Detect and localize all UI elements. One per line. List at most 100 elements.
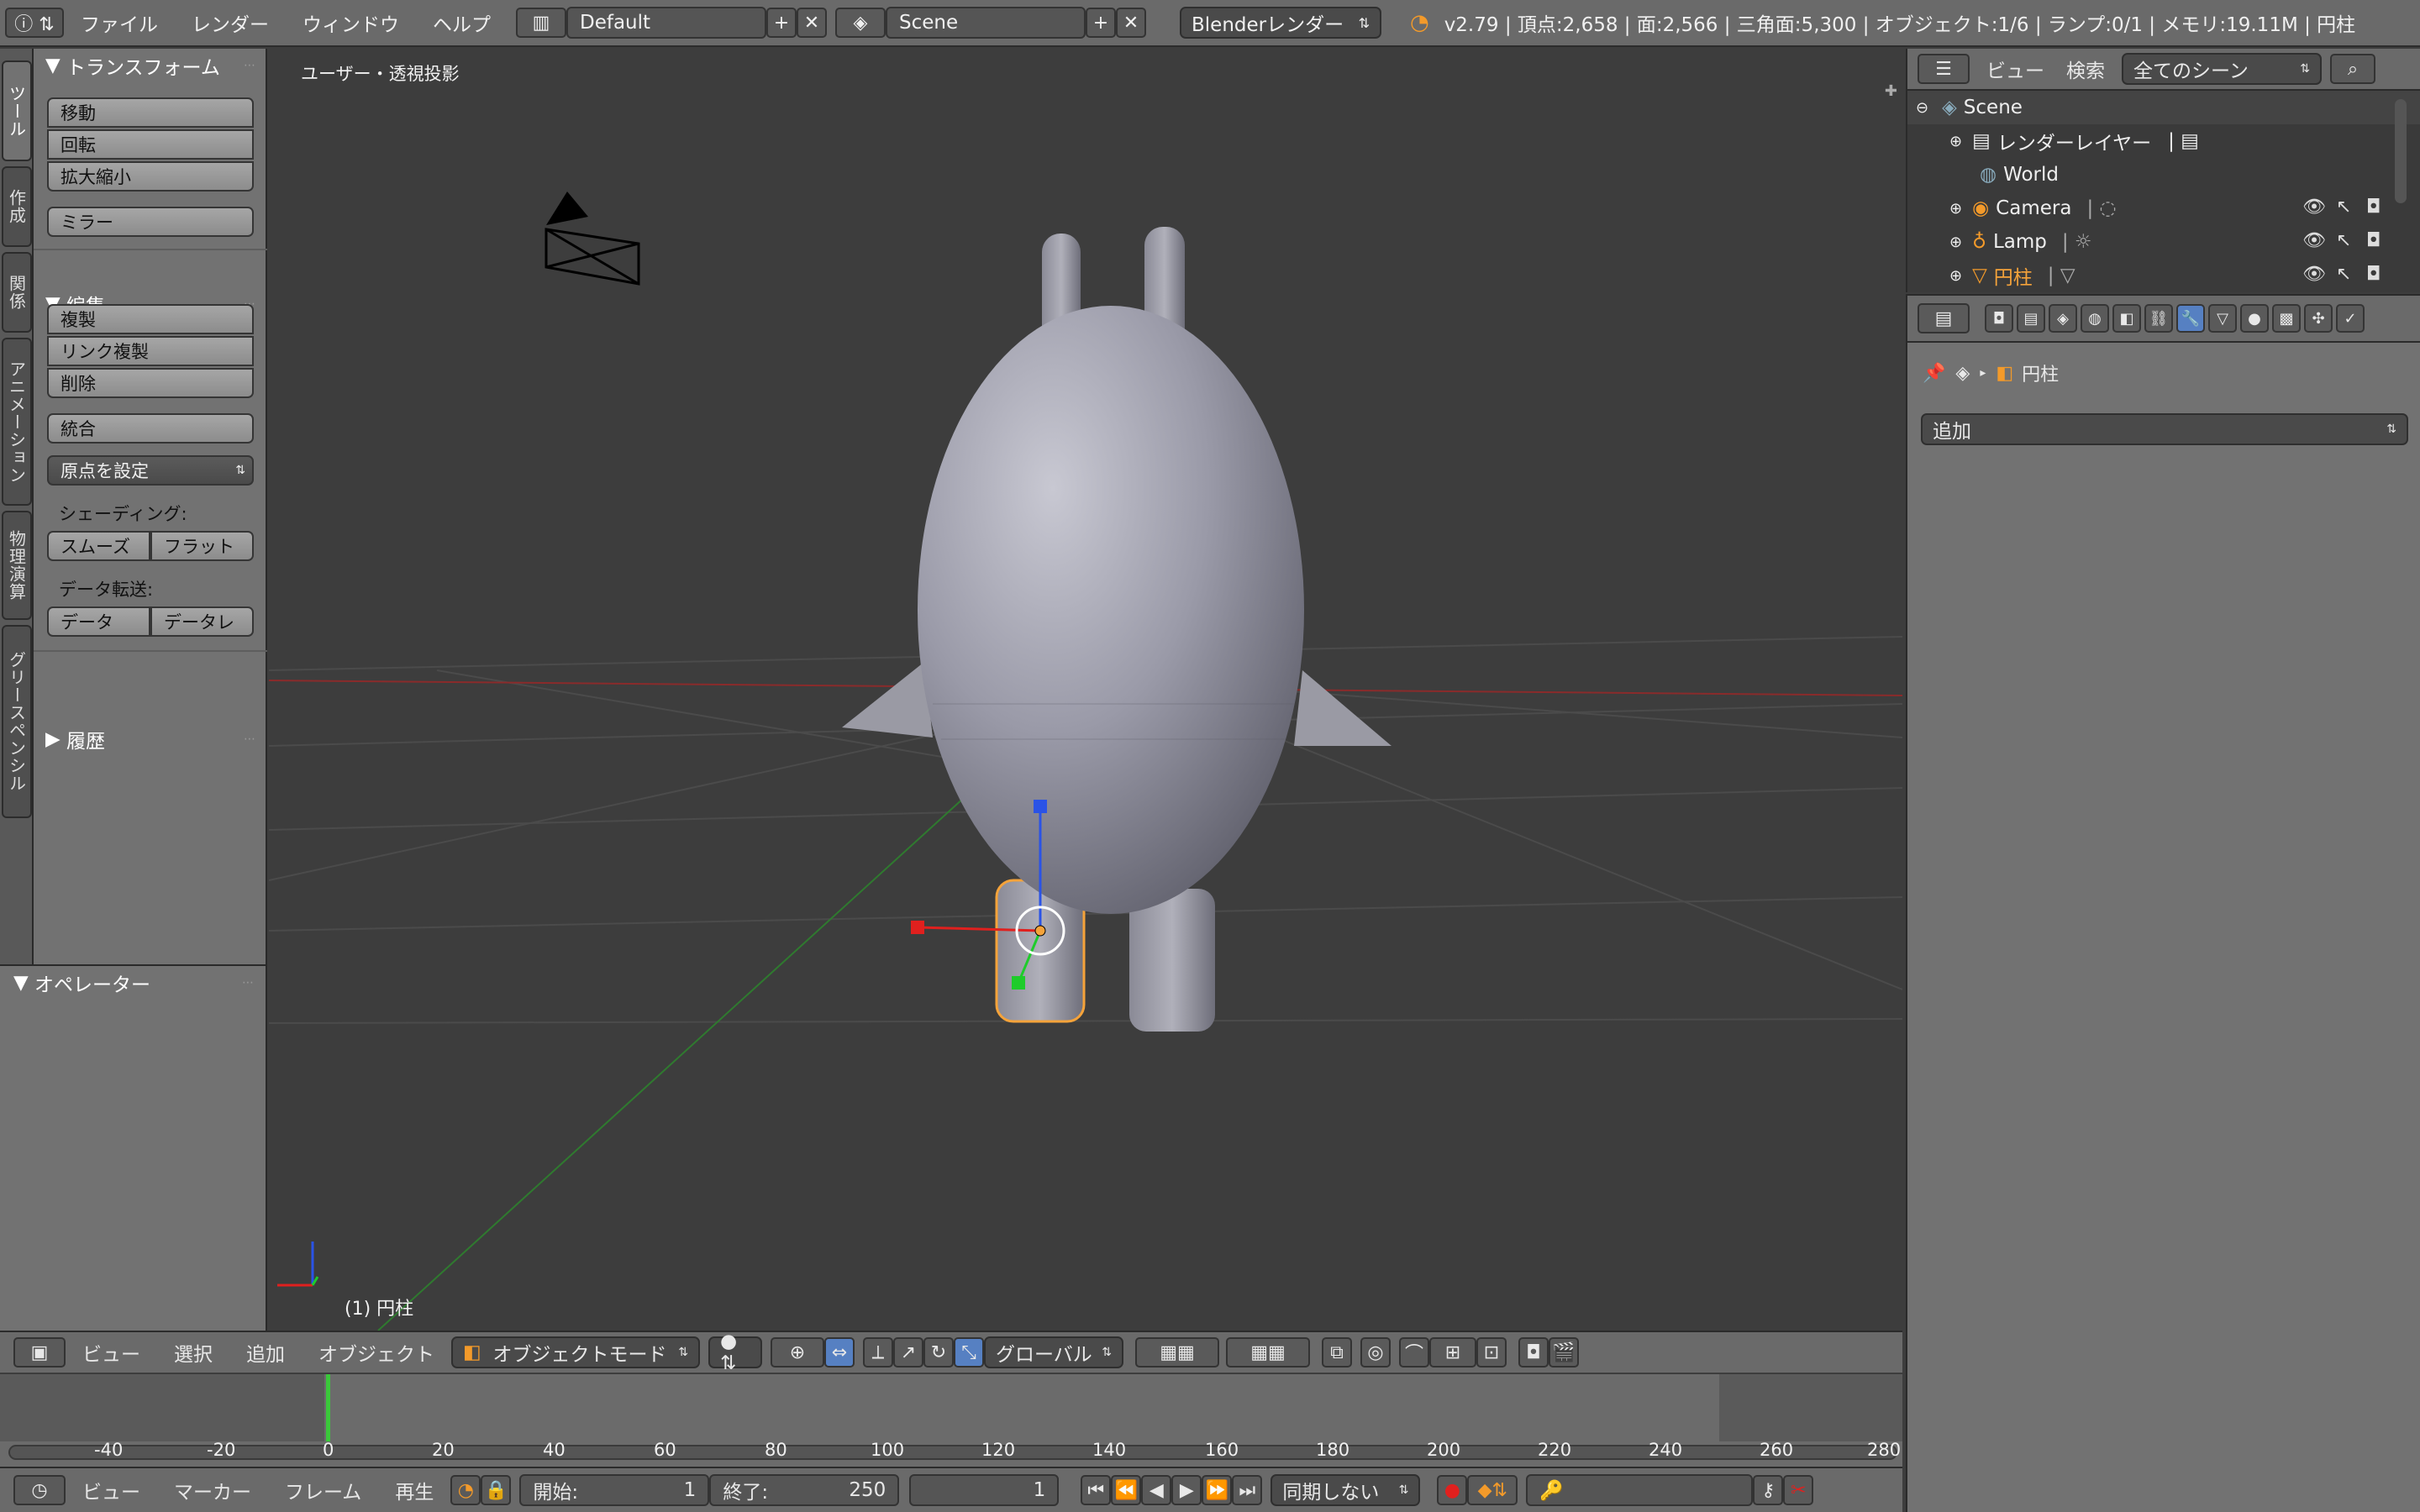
add-scene-icon[interactable]: + — [1086, 8, 1116, 38]
texture-tab-icon[interactable]: ▩ — [2272, 304, 2301, 333]
tab-relations[interactable]: 関係 — [2, 252, 32, 333]
jump-start-icon[interactable]: ⏮ — [1081, 1475, 1112, 1505]
add-modifier-dropdown[interactable]: 追加 ⇅ — [1921, 413, 2408, 445]
outliner-scrollbar[interactable] — [2395, 99, 2407, 203]
visibility-eye-icon[interactable]: 👁 — [2302, 264, 2326, 285]
region-expand-icon[interactable]: ✚ — [1885, 82, 1897, 100]
info-editor-type-icon[interactable]: ⓘ ⇅ — [5, 8, 64, 38]
delete-button[interactable]: 削除 — [47, 368, 254, 398]
selectable-arrow-icon[interactable]: ↖ — [2336, 230, 2351, 251]
menu-marker[interactable]: マーカー — [157, 1476, 268, 1504]
menu-help[interactable]: ヘルプ — [416, 8, 508, 37]
scale-button[interactable]: 拡大縮小 — [47, 161, 254, 192]
layout-name-field[interactable]: Default — [566, 7, 766, 39]
camera-object[interactable] — [544, 192, 640, 286]
menu-object[interactable]: オブジェクト — [302, 1338, 451, 1367]
grip-icon[interactable]: ⋯ — [242, 976, 254, 990]
scale-manipulator-icon[interactable]: ⤡ — [954, 1337, 984, 1368]
add-layout-icon[interactable]: + — [766, 8, 797, 38]
mesh-right-leg[interactable] — [1129, 889, 1215, 1032]
menu-view[interactable]: ビュー — [66, 1338, 157, 1367]
remove-scene-icon[interactable]: ✕ — [1116, 8, 1146, 38]
current-frame-indicator[interactable] — [326, 1374, 330, 1441]
visibility-eye-icon[interactable]: 👁 — [2302, 230, 2326, 251]
outliner-editor-icon[interactable]: ☰ — [1918, 54, 1970, 84]
history-panel-header[interactable]: ▶ 履歴 ⋯ — [34, 722, 267, 756]
grip-icon[interactable]: ⋯ — [244, 732, 255, 746]
timeline-area[interactable]: -40 -20 0 20 40 60 80 100 120 140 160 18… — [0, 1374, 1902, 1467]
rotate-button[interactable]: 回転 — [47, 129, 254, 160]
operator-panel-header[interactable]: ▼ オペレーター ⋯ — [0, 966, 266, 1000]
editor-type-cube-icon[interactable]: ▣ — [13, 1337, 66, 1368]
menu-add[interactable]: 追加 — [229, 1338, 302, 1367]
pin-icon[interactable]: 📌 — [1923, 363, 1945, 384]
layers-grid-2-icon[interactable]: ▦▦ — [1226, 1337, 1310, 1368]
expand-icon[interactable]: ⊕ — [1949, 267, 1962, 285]
menu-window[interactable]: ウィンドウ — [286, 8, 416, 37]
screen-layout-icon[interactable]: ▥ — [516, 8, 566, 38]
jump-keyframe-back-icon[interactable]: ⏪ — [1111, 1475, 1142, 1505]
delete-keyframe-icon[interactable]: ✂ — [1783, 1475, 1814, 1505]
insert-keyframe-icon[interactable]: ⚷ — [1753, 1475, 1784, 1505]
renderable-camera-icon[interactable]: ◘ — [2366, 230, 2381, 251]
snap-target-icon[interactable]: ⊡ — [1476, 1337, 1507, 1368]
snap-magnet-icon[interactable]: ⌒ — [1399, 1337, 1429, 1368]
3d-viewport[interactable]: ユーザー・透視投影 (1) 円柱 ✚ — [269, 49, 1902, 1331]
renderable-camera-icon[interactable]: ◘ — [2366, 197, 2381, 218]
outliner-row-render-layer[interactable]: ⊕ ▤ レンダーレイヤー | ▤ — [1907, 124, 2420, 158]
start-frame-field[interactable]: 開始: 1 — [519, 1474, 710, 1506]
render-engine-select[interactable]: Blenderレンダー ⇅ — [1180, 7, 1381, 39]
display-mode-select[interactable]: 全てのシーン ⇅ — [2122, 53, 2322, 85]
scene-icon[interactable]: ◈ — [835, 8, 886, 38]
particles-tab-icon[interactable]: ✣ — [2304, 304, 2333, 333]
record-icon[interactable]: ● — [1437, 1475, 1468, 1505]
visibility-eye-icon[interactable]: 👁 — [2302, 197, 2326, 218]
mesh-left-fin[interactable] — [842, 662, 933, 738]
rotate-manipulator-icon[interactable]: ↻ — [923, 1337, 954, 1368]
render-tab-icon[interactable]: ◘ — [1985, 304, 2013, 333]
search-icon[interactable]: ⌕ — [2330, 54, 2375, 84]
translate-manipulator-icon[interactable]: ↗ — [893, 1337, 923, 1368]
link-duplicate-button[interactable]: リンク複製 — [47, 336, 254, 366]
menu-render[interactable]: レンダー — [175, 8, 286, 37]
constraints-tab-icon[interactable]: ⛓ — [2144, 304, 2173, 333]
timeline-editor-icon[interactable]: ◷ — [13, 1475, 66, 1505]
set-origin-dropdown[interactable]: 原点を設定 ⇅ — [47, 455, 254, 486]
duplicate-button[interactable]: 複製 — [47, 304, 254, 334]
end-frame-field[interactable]: 終了: 250 — [709, 1474, 900, 1506]
snap-element-icon[interactable]: ⊞ — [1429, 1337, 1476, 1368]
menu-select[interactable]: 選択 — [157, 1338, 229, 1367]
render-animation-icon[interactable]: 🎬 — [1549, 1337, 1579, 1368]
remove-layout-icon[interactable]: ✕ — [797, 8, 827, 38]
lock-camera-icon[interactable]: ⧉ — [1322, 1337, 1352, 1368]
scene-tab-icon[interactable]: ◈ — [2049, 304, 2077, 333]
mesh-egg-body[interactable] — [918, 306, 1304, 914]
data-tab-icon[interactable]: ▽ — [2208, 304, 2237, 333]
physics-tab-icon[interactable]: ✓ — [2336, 304, 2365, 333]
play-icon[interactable]: ▶ — [1171, 1475, 1202, 1505]
keying-set-icon[interactable]: ◆⇅ — [1467, 1475, 1518, 1505]
tab-create[interactable]: 作成 — [2, 166, 32, 247]
expand-icon[interactable]: ⊕ — [1949, 133, 1962, 150]
jump-end-icon[interactable]: ⏭ — [1232, 1475, 1263, 1505]
tab-tools[interactable]: ツール — [2, 60, 32, 161]
flat-button[interactable]: フラット — [150, 531, 254, 561]
expand-icon[interactable]: ⊕ — [1949, 234, 1962, 251]
tab-grease-pencil[interactable]: グリースペンシル — [2, 625, 32, 818]
material-tab-icon[interactable]: ● — [2240, 304, 2269, 333]
menu-timeline-view[interactable]: ビュー — [66, 1476, 157, 1504]
modifiers-tab-icon[interactable]: 🔧 — [2176, 304, 2205, 333]
sync-mode-select[interactable]: 同期しない ⇅ — [1270, 1474, 1421, 1506]
grip-icon[interactable]: ⋯ — [244, 59, 255, 72]
scene-name-field[interactable]: Scene — [886, 7, 1086, 39]
world-tab-icon[interactable]: ◍ — [2081, 304, 2109, 333]
menu-file[interactable]: ファイル — [64, 8, 175, 37]
pivot-point-icon[interactable]: ⊕ — [771, 1337, 824, 1368]
transform-orientation-select[interactable]: グローバル ⇅ — [984, 1336, 1123, 1368]
collapse-icon[interactable]: ⊖ — [1916, 99, 1928, 117]
current-frame-field[interactable]: 1 — [909, 1474, 1060, 1506]
preview-range-icon[interactable]: ◔ — [450, 1475, 481, 1505]
viewport-shading-select[interactable]: ● ⇅ — [708, 1331, 762, 1374]
render-image-icon[interactable]: ◘ — [1518, 1337, 1549, 1368]
keying-set-field[interactable]: 🔑 — [1526, 1474, 1754, 1506]
